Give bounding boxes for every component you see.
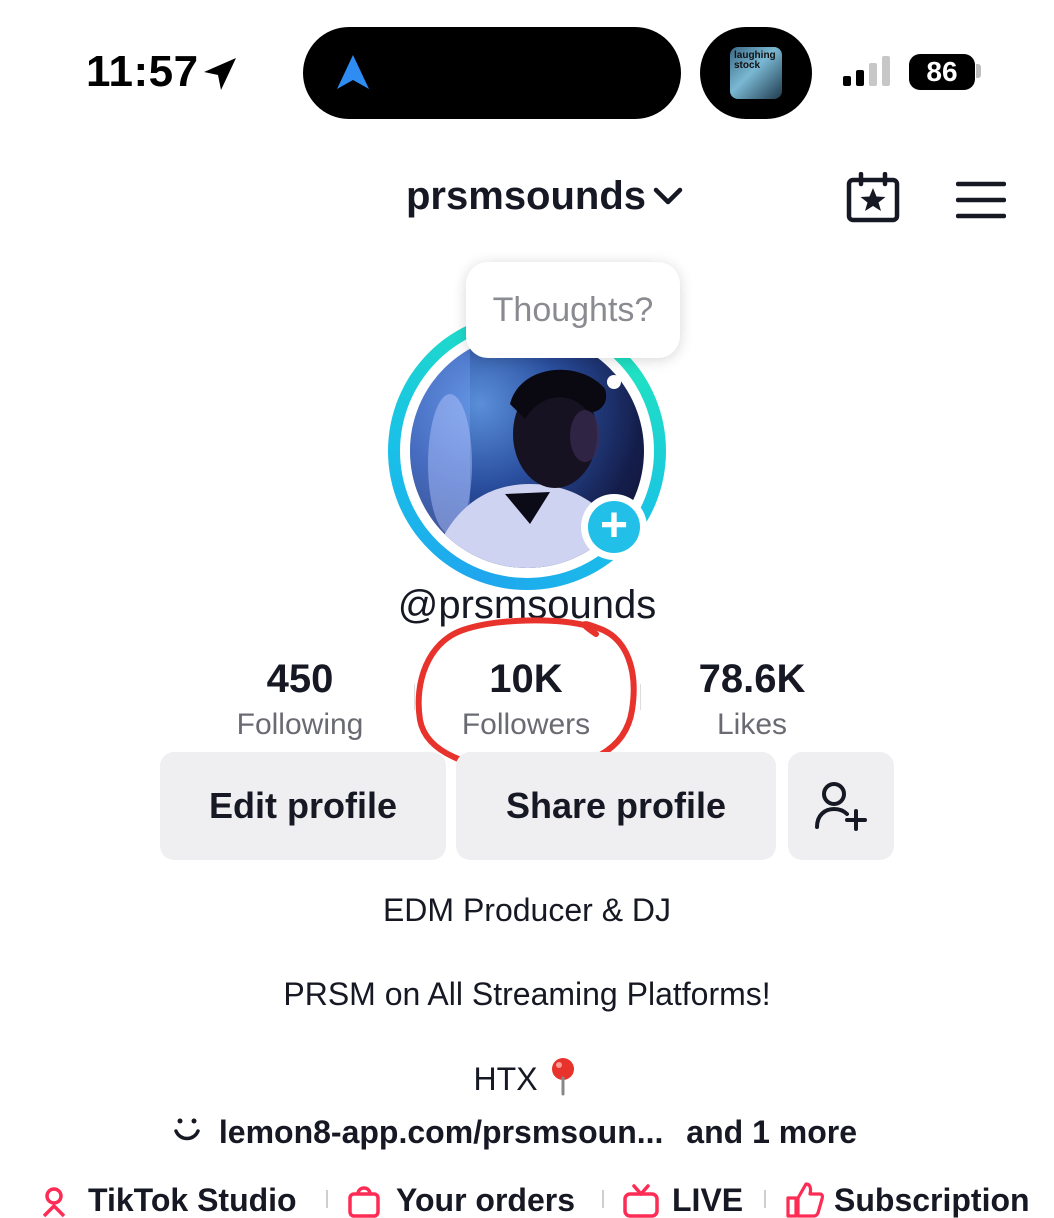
thumbs-up-icon[interactable] — [784, 1182, 824, 1218]
share-profile-button[interactable]: Share profile — [456, 752, 776, 860]
pin-icon — [552, 1058, 575, 1096]
lemon8-smile-icon — [174, 1118, 200, 1141]
subscription-link[interactable]: Subscription — [834, 1182, 1030, 1218]
tiktok-studio-link[interactable]: TikTok Studio — [88, 1182, 297, 1218]
chevron-down-icon[interactable] — [652, 184, 684, 208]
menu-icon[interactable] — [956, 180, 1006, 220]
studio-icon[interactable] — [40, 1186, 68, 1218]
following-count: 450 — [266, 657, 334, 701]
tool-divider — [602, 1190, 604, 1208]
album-art: laughing stock — [730, 47, 782, 99]
add-friend-button[interactable] — [788, 752, 894, 860]
more-links[interactable]: and 1 more — [686, 1114, 857, 1150]
plus-icon[interactable]: + — [588, 501, 640, 553]
battery-level: 86 — [926, 56, 958, 87]
bio-line-1: EDM Producer & DJ — [382, 892, 672, 928]
thoughts-prompt[interactable]: Thoughts? — [466, 288, 680, 332]
likes-count: 78.6K — [698, 657, 806, 701]
status-time: 11:57 — [86, 47, 199, 96]
bio-line-2: PRSM on All Streaming Platforms! — [283, 976, 771, 1012]
thoughts-bubble-tail — [607, 375, 621, 389]
account-switcher-name[interactable]: prsmsounds — [406, 172, 646, 220]
bio-link[interactable]: lemon8-app.com/prsmsoun... — [219, 1114, 664, 1150]
bio-link-row[interactable]: lemon8-app.com/prsmsoun... and 1 more — [170, 1110, 857, 1154]
location-arrow-icon — [204, 58, 236, 90]
navigation-arrow-icon — [337, 55, 369, 89]
cellular-signal-icon — [843, 56, 890, 86]
dynamic-island[interactable] — [303, 27, 681, 119]
your-orders-link[interactable]: Your orders — [396, 1182, 575, 1218]
tool-divider — [326, 1190, 328, 1208]
live-link[interactable]: LIVE — [672, 1182, 743, 1218]
following-label: Following — [236, 708, 364, 741]
battery-nub — [976, 64, 981, 78]
bio-location: HTX — [473, 1061, 538, 1097]
stat-following[interactable]: 450 Following — [190, 656, 410, 748]
album-art-text: laughing stock — [734, 50, 776, 71]
edit-profile-button[interactable]: Edit profile — [160, 752, 446, 860]
bio-line-3: HTX — [0, 1056, 1054, 1099]
likes-label: Likes — [716, 708, 788, 741]
calendar-star-icon[interactable] — [845, 172, 901, 224]
tv-icon[interactable] — [622, 1184, 660, 1218]
add-user-icon — [815, 782, 867, 831]
now-playing-island[interactable]: laughing stock — [700, 27, 812, 119]
tool-divider — [764, 1190, 766, 1208]
stat-likes[interactable]: 78.6K Likes — [642, 656, 862, 748]
creator-tools-row: TikTok Studio Your orders LIVE Subscript… — [0, 1176, 1054, 1218]
bag-icon[interactable] — [346, 1184, 382, 1218]
